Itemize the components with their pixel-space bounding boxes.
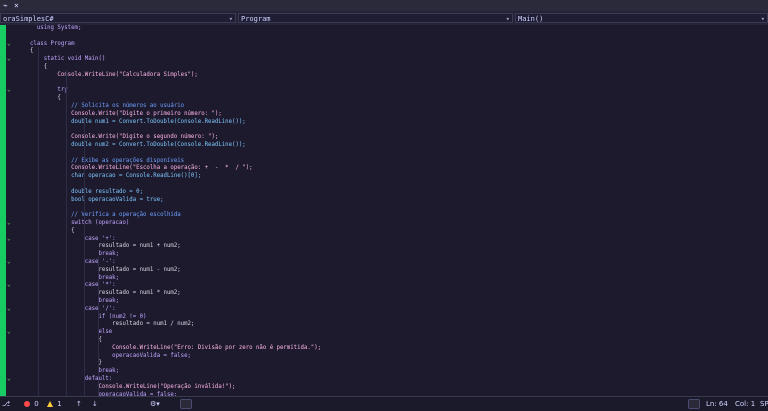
indent-guide bbox=[84, 117, 85, 396]
code-line[interactable]: // Exibe as operações disponíveis bbox=[30, 157, 184, 165]
code-line[interactable]: break; bbox=[30, 367, 119, 375]
spaces-indicator: SP bbox=[760, 400, 768, 408]
menu-icon[interactable]: ⌁ bbox=[3, 1, 8, 10]
code-line[interactable]: else bbox=[30, 328, 112, 336]
code-line[interactable]: bool operacaoValida = true; bbox=[30, 196, 163, 204]
fold-toggle-icon[interactable]: ⌄ bbox=[7, 87, 12, 93]
code-line[interactable]: switch (operacao) bbox=[30, 219, 129, 227]
code-editor[interactable]: using System; class Program{ static void … bbox=[0, 24, 768, 405]
warnings-count: 1 bbox=[57, 400, 62, 408]
warning-icon bbox=[47, 401, 53, 407]
fold-toggle-icon[interactable]: ⌄ bbox=[7, 235, 12, 241]
code-line[interactable]: break; bbox=[30, 297, 119, 305]
status-bar: ⎇ 0 1 ↑ ↓ ⚙▾ Ln: 64 Col: 1 SP bbox=[0, 396, 768, 411]
code-line[interactable]: // Verifica a operação escolhida bbox=[30, 211, 181, 219]
scroll-left-button[interactable] bbox=[180, 399, 192, 411]
code-line[interactable]: if (num2 != 0) bbox=[30, 313, 146, 321]
fold-toggle-icon[interactable]: ⌄ bbox=[7, 40, 12, 46]
code-line[interactable]: double num1 = Convert.ToDouble(Console.R… bbox=[30, 118, 246, 126]
code-line[interactable]: resultado = num1 - num2; bbox=[30, 266, 180, 274]
code-line[interactable]: static void Main() bbox=[30, 55, 106, 63]
code-line[interactable]: double num2 = Convert.ToDouble(Console.R… bbox=[30, 141, 246, 149]
warnings-indicator[interactable]: 1 bbox=[47, 399, 62, 409]
code-line[interactable]: try bbox=[30, 86, 67, 94]
code-cleanup-icon[interactable]: ⚙▾ bbox=[150, 399, 160, 409]
code-line[interactable]: case '/': bbox=[30, 305, 116, 313]
fold-toggle-icon[interactable]: ⌄ bbox=[7, 56, 12, 62]
scroll-right-button[interactable] bbox=[688, 399, 700, 411]
code-line[interactable]: case '+': bbox=[30, 235, 116, 243]
code-text-area[interactable]: using System; class Program{ static void … bbox=[14, 24, 768, 405]
fold-toggle-icon[interactable]: ⌄ bbox=[7, 305, 12, 311]
code-line[interactable]: break; bbox=[30, 274, 119, 282]
scroll-right-icon bbox=[688, 399, 700, 409]
chevron-down-icon: ▾ bbox=[760, 15, 765, 23]
line-indicator: Ln: 64 bbox=[706, 400, 728, 408]
nav-down-icon[interactable]: ↓ bbox=[92, 399, 98, 409]
member-dropdown[interactable]: Main() ▾ bbox=[515, 13, 768, 23]
project-dropdown[interactable]: oraSimplesC# ▾ bbox=[0, 13, 236, 23]
close-icon[interactable]: × bbox=[14, 1, 19, 10]
code-line[interactable]: char operacao = Console.ReadLine()[0]; bbox=[30, 172, 201, 180]
chevron-down-icon: ▾ bbox=[228, 15, 233, 23]
chevron-down-icon: ▾ bbox=[505, 15, 510, 23]
fold-toggle-icon[interactable]: ⌄ bbox=[7, 329, 12, 335]
fold-toggle-icon[interactable]: ⌄ bbox=[7, 282, 12, 288]
member-dropdown-label: Main() bbox=[518, 15, 544, 23]
indent-guide bbox=[98, 257, 99, 396]
code-line[interactable]: Console.WriteLine("Escolha a operação: +… bbox=[30, 164, 253, 172]
code-line[interactable]: { bbox=[30, 47, 33, 55]
code-line[interactable]: { bbox=[30, 227, 74, 235]
errors-indicator[interactable]: 0 bbox=[24, 399, 39, 409]
navigation-bar: oraSimplesC# ▾ Program ▾ Main() ▾ bbox=[0, 11, 768, 26]
nav-up-icon[interactable]: ↑ bbox=[76, 399, 82, 409]
indent-guide bbox=[66, 70, 67, 396]
code-line[interactable]: resultado = num1 + num2; bbox=[30, 242, 180, 250]
errors-count: 0 bbox=[34, 400, 39, 408]
code-line[interactable]: Console.WriteLine("Erro: Divisão por zer… bbox=[30, 344, 321, 352]
scroll-left-icon bbox=[180, 399, 192, 409]
code-line[interactable]: resultado = num1 / num2; bbox=[30, 320, 194, 328]
code-line[interactable]: case '-': bbox=[30, 258, 116, 266]
column-indicator: Col: 1 bbox=[735, 400, 756, 408]
code-line[interactable]: // Solicita os números ao usuário bbox=[30, 102, 184, 110]
code-line[interactable]: Console.WriteLine("Operação inválida!"); bbox=[30, 383, 235, 391]
branch-icon[interactable]: ⎇ bbox=[2, 399, 10, 409]
code-line[interactable]: Console.Write("Digite o primeiro número:… bbox=[30, 110, 222, 118]
code-line[interactable]: double resultado = 0; bbox=[30, 188, 143, 196]
project-dropdown-label: oraSimplesC# bbox=[3, 15, 54, 23]
code-line[interactable]: break; bbox=[30, 250, 119, 258]
error-icon bbox=[24, 401, 30, 407]
code-line[interactable]: Console.Write("Digite o segundo número: … bbox=[30, 133, 218, 141]
indent-guide bbox=[38, 47, 39, 396]
fold-toggle-icon[interactable]: ⌄ bbox=[7, 220, 12, 226]
type-dropdown[interactable]: Program ▾ bbox=[238, 13, 513, 23]
fold-toggle-icon[interactable]: ⌄ bbox=[7, 259, 12, 265]
code-line[interactable]: Console.WriteLine("Calculadora Simples")… bbox=[30, 71, 197, 79]
code-line[interactable]: default: bbox=[30, 375, 112, 383]
type-dropdown-label: Program bbox=[241, 15, 271, 23]
code-line[interactable]: resultado = num1 * num2; bbox=[30, 289, 180, 297]
code-line[interactable]: using System; bbox=[30, 24, 82, 32]
code-line[interactable]: { bbox=[30, 94, 60, 102]
fold-toggle-icon[interactable]: ⌄ bbox=[7, 376, 12, 382]
code-line[interactable]: class Program bbox=[30, 40, 75, 48]
code-line[interactable]: case '*': bbox=[30, 281, 116, 289]
code-line[interactable]: operacaoValida = false; bbox=[30, 352, 191, 360]
fold-margin bbox=[6, 25, 14, 396]
